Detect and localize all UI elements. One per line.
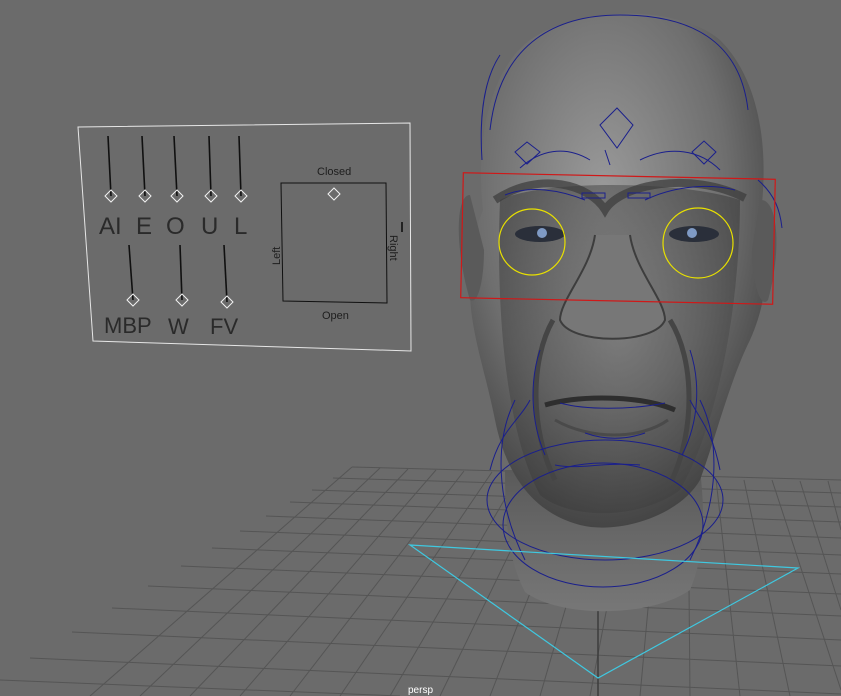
jaw-pad-handle[interactable]: [327, 187, 341, 201]
phoneme-label-e: E: [136, 213, 152, 240]
phoneme-label-l: L: [234, 213, 247, 240]
phoneme-label-u: U: [201, 213, 218, 240]
phoneme-label-mbp: MBP: [104, 313, 152, 338]
camera-name-label: persp: [407, 685, 433, 696]
viewport-canvas[interactable]: AI E O U L MBP W FV Closed Open Left Rig…: [0, 0, 841, 696]
phoneme-label-fv: FV: [210, 314, 238, 339]
lipsync-panel: AI E O U L MBP W FV Closed Open Left Rig…: [77, 122, 412, 352]
phoneme-label-o: O: [166, 213, 185, 240]
jaw-control-pad[interactable]: [280, 182, 388, 304]
jaw-pad-label-bottom: Open: [322, 310, 349, 322]
perspective-viewport[interactable]: AI E O U L MBP W FV Closed Open Left Rig…: [0, 0, 841, 696]
head-iris-right: [687, 228, 697, 238]
ground-grid: [0, 466, 841, 696]
phoneme-label-ai: AI: [99, 213, 122, 240]
jaw-pad-label-top: Closed: [317, 166, 351, 178]
jaw-pad-label-right: Right: [387, 235, 399, 261]
phoneme-slider-tracks: [107, 135, 403, 303]
phoneme-label-w: W: [168, 314, 189, 339]
jaw-pad-label-left: Left: [271, 247, 283, 265]
head-iris-left: [537, 228, 547, 238]
